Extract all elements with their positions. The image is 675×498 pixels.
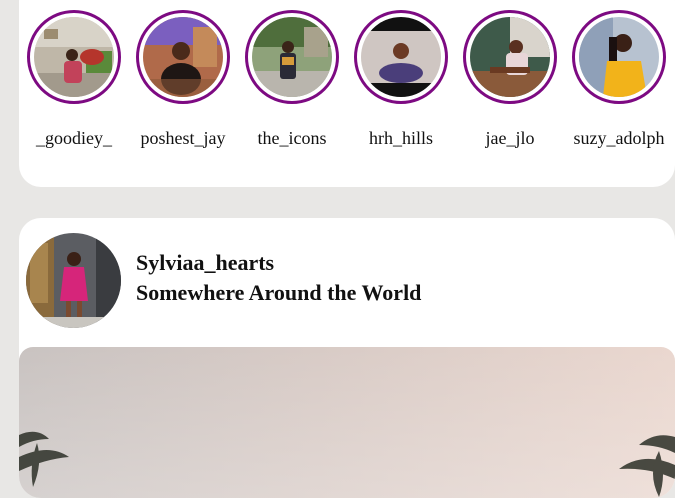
story-avatar-image[interactable] <box>143 17 223 97</box>
story-avatar-image[interactable] <box>252 17 332 97</box>
post-author-avatar[interactable] <box>26 233 121 328</box>
story-avatar-image[interactable] <box>34 17 114 97</box>
story-avatar-image[interactable] <box>361 17 441 97</box>
stories-bar: _goodiey_ poshest_jay the_icons hrh_hill… <box>19 0 675 187</box>
post-username[interactable]: Sylviaa_hearts <box>136 250 274 276</box>
story-avatar-image[interactable] <box>470 17 550 97</box>
story-username[interactable]: suzy_adolph <box>554 128 675 149</box>
story-ring[interactable] <box>245 10 339 104</box>
post-card: Sylviaa_hearts Somewhere Around the Worl… <box>19 218 675 498</box>
story-ring[interactable] <box>463 10 557 104</box>
story-ring[interactable] <box>572 10 666 104</box>
story-ring[interactable] <box>27 10 121 104</box>
story-avatar-image[interactable] <box>579 17 659 97</box>
story-ring[interactable] <box>354 10 448 104</box>
post-image[interactable] <box>19 347 675 498</box>
post-location[interactable]: Somewhere Around the World <box>136 280 421 306</box>
story-ring[interactable] <box>136 10 230 104</box>
